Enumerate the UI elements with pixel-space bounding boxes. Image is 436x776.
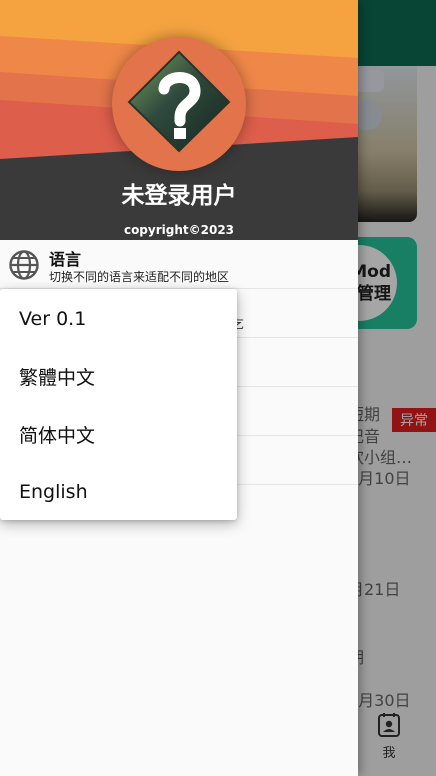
menu-item-traditional-chinese[interactable]: 繁體中文: [0, 347, 237, 405]
menu-item-version[interactable]: Ver 0.1: [0, 290, 237, 348]
language-subtitle: 切换不同的语言来适配不同的地区: [49, 270, 230, 284]
avatar[interactable]: [112, 37, 246, 171]
copyright-text: copyright©2023: [123, 223, 235, 237]
language-title: 语言: [49, 250, 82, 269]
drawer-header: 未登录用户 copyright©2023: [0, 0, 358, 240]
user-name: 未登录用户: [121, 183, 237, 209]
menu-item-english[interactable]: English: [0, 463, 237, 521]
question-mark-icon: [127, 50, 231, 153]
menu-item-simplified-chinese[interactable]: 简体中文: [0, 405, 237, 463]
globe-icon: [9, 250, 39, 280]
language-popup-menu: Ver 0.1 繁體中文 简体中文 English: [0, 289, 237, 520]
